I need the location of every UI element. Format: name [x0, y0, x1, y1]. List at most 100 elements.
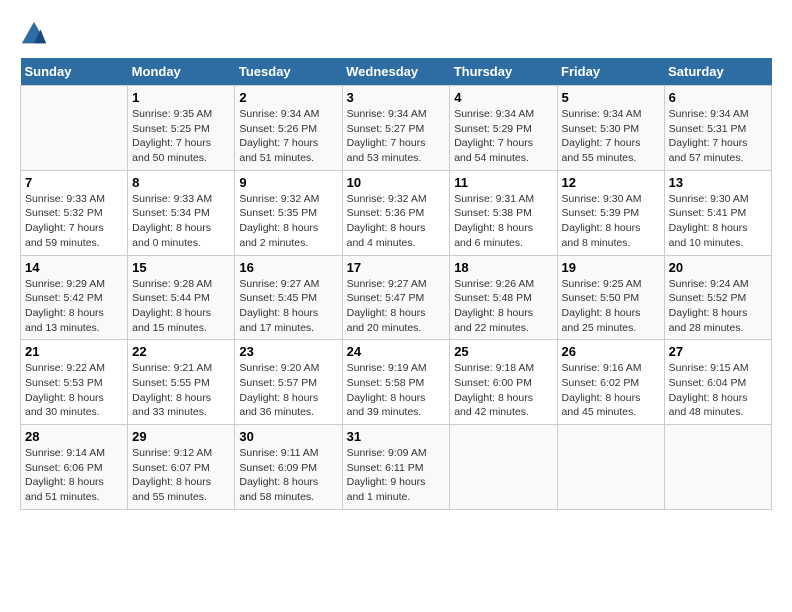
day-number: 19: [562, 260, 660, 275]
day-number: 11: [454, 175, 552, 190]
logo: [20, 20, 52, 48]
day-number: 13: [669, 175, 767, 190]
day-info: Sunrise: 9:34 AMSunset: 5:30 PMDaylight:…: [562, 107, 660, 166]
calendar-cell: 13 Sunrise: 9:30 AMSunset: 5:41 PMDayligh…: [664, 170, 771, 255]
day-number: 16: [239, 260, 337, 275]
day-info: Sunrise: 9:12 AMSunset: 6:07 PMDaylight:…: [132, 446, 230, 505]
day-number: 27: [669, 344, 767, 359]
calendar-cell: 5 Sunrise: 9:34 AMSunset: 5:30 PMDaylight…: [557, 86, 664, 171]
day-number: 30: [239, 429, 337, 444]
calendar-table: SundayMondayTuesdayWednesdayThursdayFrid…: [20, 58, 772, 510]
header-wednesday: Wednesday: [342, 58, 450, 86]
day-info: Sunrise: 9:25 AMSunset: 5:50 PMDaylight:…: [562, 277, 660, 336]
day-info: Sunrise: 9:11 AMSunset: 6:09 PMDaylight:…: [239, 446, 337, 505]
calendar-cell: 1 Sunrise: 9:35 AMSunset: 5:25 PMDaylight…: [128, 86, 235, 171]
day-info: Sunrise: 9:21 AMSunset: 5:55 PMDaylight:…: [132, 361, 230, 420]
day-number: 20: [669, 260, 767, 275]
day-info: Sunrise: 9:24 AMSunset: 5:52 PMDaylight:…: [669, 277, 767, 336]
calendar-cell: 12 Sunrise: 9:30 AMSunset: 5:39 PMDayligh…: [557, 170, 664, 255]
header-saturday: Saturday: [664, 58, 771, 86]
day-number: 25: [454, 344, 552, 359]
header-friday: Friday: [557, 58, 664, 86]
calendar-cell: 11 Sunrise: 9:31 AMSunset: 5:38 PMDayligh…: [450, 170, 557, 255]
calendar-week-1: 1 Sunrise: 9:35 AMSunset: 5:25 PMDaylight…: [21, 86, 772, 171]
calendar-cell: 20 Sunrise: 9:24 AMSunset: 5:52 PMDayligh…: [664, 255, 771, 340]
calendar-cell: 15 Sunrise: 9:28 AMSunset: 5:44 PMDayligh…: [128, 255, 235, 340]
calendar-cell: 21Sunrise: 9:22 AMSunset: 5:53 PMDayligh…: [21, 340, 128, 425]
day-info: Sunrise: 9:26 AMSunset: 5:48 PMDaylight:…: [454, 277, 552, 336]
calendar-cell: 19 Sunrise: 9:25 AMSunset: 5:50 PMDayligh…: [557, 255, 664, 340]
header-sunday: Sunday: [21, 58, 128, 86]
calendar-cell: 26Sunrise: 9:16 AMSunset: 6:02 PMDayligh…: [557, 340, 664, 425]
calendar-cell: 10Sunrise: 9:32 AMSunset: 5:36 PMDayligh…: [342, 170, 450, 255]
day-info: Sunrise: 9:33 AMSunset: 5:32 PMDaylight:…: [25, 192, 123, 251]
day-info: Sunrise: 9:18 AMSunset: 6:00 PMDaylight:…: [454, 361, 552, 420]
day-number: 23: [239, 344, 337, 359]
day-number: 10: [347, 175, 446, 190]
calendar-cell: 17 Sunrise: 9:27 AMSunset: 5:47 PMDayligh…: [342, 255, 450, 340]
day-number: 1: [132, 90, 230, 105]
day-number: 15: [132, 260, 230, 275]
calendar-cell: [557, 425, 664, 510]
day-info: Sunrise: 9:22 AMSunset: 5:53 PMDaylight:…: [25, 361, 123, 420]
day-number: 12: [562, 175, 660, 190]
day-info: Sunrise: 9:27 AMSunset: 5:45 PMDaylight:…: [239, 277, 337, 336]
calendar-cell: 8 Sunrise: 9:33 AMSunset: 5:34 PMDaylight…: [128, 170, 235, 255]
day-number: 8: [132, 175, 230, 190]
calendar-cell: 6Sunrise: 9:34 AMSunset: 5:31 PMDaylight…: [664, 86, 771, 171]
day-number: 9: [239, 175, 337, 190]
calendar-cell: [21, 86, 128, 171]
day-info: Sunrise: 9:29 AMSunset: 5:42 PMDaylight:…: [25, 277, 123, 336]
day-info: Sunrise: 9:30 AMSunset: 5:39 PMDaylight:…: [562, 192, 660, 251]
calendar-cell: 18Sunrise: 9:26 AMSunset: 5:48 PMDayligh…: [450, 255, 557, 340]
calendar-cell: 23 Sunrise: 9:20 AMSunset: 5:57 PMDayligh…: [235, 340, 342, 425]
day-number: 3: [347, 90, 446, 105]
day-info: Sunrise: 9:35 AMSunset: 5:25 PMDaylight:…: [132, 107, 230, 166]
calendar-week-4: 21Sunrise: 9:22 AMSunset: 5:53 PMDayligh…: [21, 340, 772, 425]
day-number: 2: [239, 90, 337, 105]
day-info: Sunrise: 9:16 AMSunset: 6:02 PMDaylight:…: [562, 361, 660, 420]
day-info: Sunrise: 9:20 AMSunset: 5:57 PMDaylight:…: [239, 361, 337, 420]
day-info: Sunrise: 9:30 AMSunset: 5:41 PMDaylight:…: [669, 192, 767, 251]
calendar-cell: 2 Sunrise: 9:34 AMSunset: 5:26 PMDaylight…: [235, 86, 342, 171]
day-number: 29: [132, 429, 230, 444]
day-number: 17: [347, 260, 446, 275]
calendar-cell: 9Sunrise: 9:32 AMSunset: 5:35 PMDaylight…: [235, 170, 342, 255]
calendar-cell: 27 Sunrise: 9:15 AMSunset: 6:04 PMDayligh…: [664, 340, 771, 425]
calendar-cell: 14 Sunrise: 9:29 AMSunset: 5:42 PMDayligh…: [21, 255, 128, 340]
calendar-week-3: 14 Sunrise: 9:29 AMSunset: 5:42 PMDayligh…: [21, 255, 772, 340]
calendar-cell: [664, 425, 771, 510]
header-tuesday: Tuesday: [235, 58, 342, 86]
day-info: Sunrise: 9:15 AMSunset: 6:04 PMDaylight:…: [669, 361, 767, 420]
day-number: 22: [132, 344, 230, 359]
day-number: 5: [562, 90, 660, 105]
day-info: Sunrise: 9:28 AMSunset: 5:44 PMDaylight:…: [132, 277, 230, 336]
calendar-cell: 24 Sunrise: 9:19 AMSunset: 5:58 PMDayligh…: [342, 340, 450, 425]
day-number: 4: [454, 90, 552, 105]
day-info: Sunrise: 9:19 AMSunset: 5:58 PMDaylight:…: [347, 361, 446, 420]
day-number: 7: [25, 175, 123, 190]
day-number: 31: [347, 429, 446, 444]
logo-icon: [20, 20, 48, 48]
day-info: Sunrise: 9:09 AMSunset: 6:11 PMDaylight:…: [347, 446, 446, 505]
calendar-cell: 7 Sunrise: 9:33 AMSunset: 5:32 PMDaylight…: [21, 170, 128, 255]
calendar-cell: 29 Sunrise: 9:12 AMSunset: 6:07 PMDayligh…: [128, 425, 235, 510]
calendar-header-row: SundayMondayTuesdayWednesdayThursdayFrid…: [21, 58, 772, 86]
header-monday: Monday: [128, 58, 235, 86]
day-number: 24: [347, 344, 446, 359]
day-info: Sunrise: 9:27 AMSunset: 5:47 PMDaylight:…: [347, 277, 446, 336]
day-info: Sunrise: 9:14 AMSunset: 6:06 PMDaylight:…: [25, 446, 123, 505]
header-thursday: Thursday: [450, 58, 557, 86]
calendar-cell: 3Sunrise: 9:34 AMSunset: 5:27 PMDaylight…: [342, 86, 450, 171]
day-info: Sunrise: 9:34 AMSunset: 5:29 PMDaylight:…: [454, 107, 552, 166]
day-info: Sunrise: 9:31 AMSunset: 5:38 PMDaylight:…: [454, 192, 552, 251]
day-number: 14: [25, 260, 123, 275]
day-number: 6: [669, 90, 767, 105]
calendar-cell: 28Sunrise: 9:14 AMSunset: 6:06 PMDayligh…: [21, 425, 128, 510]
page-header: [20, 20, 772, 48]
calendar-cell: 31 Sunrise: 9:09 AMSunset: 6:11 PMDayligh…: [342, 425, 450, 510]
day-info: Sunrise: 9:33 AMSunset: 5:34 PMDaylight:…: [132, 192, 230, 251]
calendar-cell: 4 Sunrise: 9:34 AMSunset: 5:29 PMDaylight…: [450, 86, 557, 171]
day-info: Sunrise: 9:34 AMSunset: 5:26 PMDaylight:…: [239, 107, 337, 166]
calendar-week-2: 7 Sunrise: 9:33 AMSunset: 5:32 PMDaylight…: [21, 170, 772, 255]
